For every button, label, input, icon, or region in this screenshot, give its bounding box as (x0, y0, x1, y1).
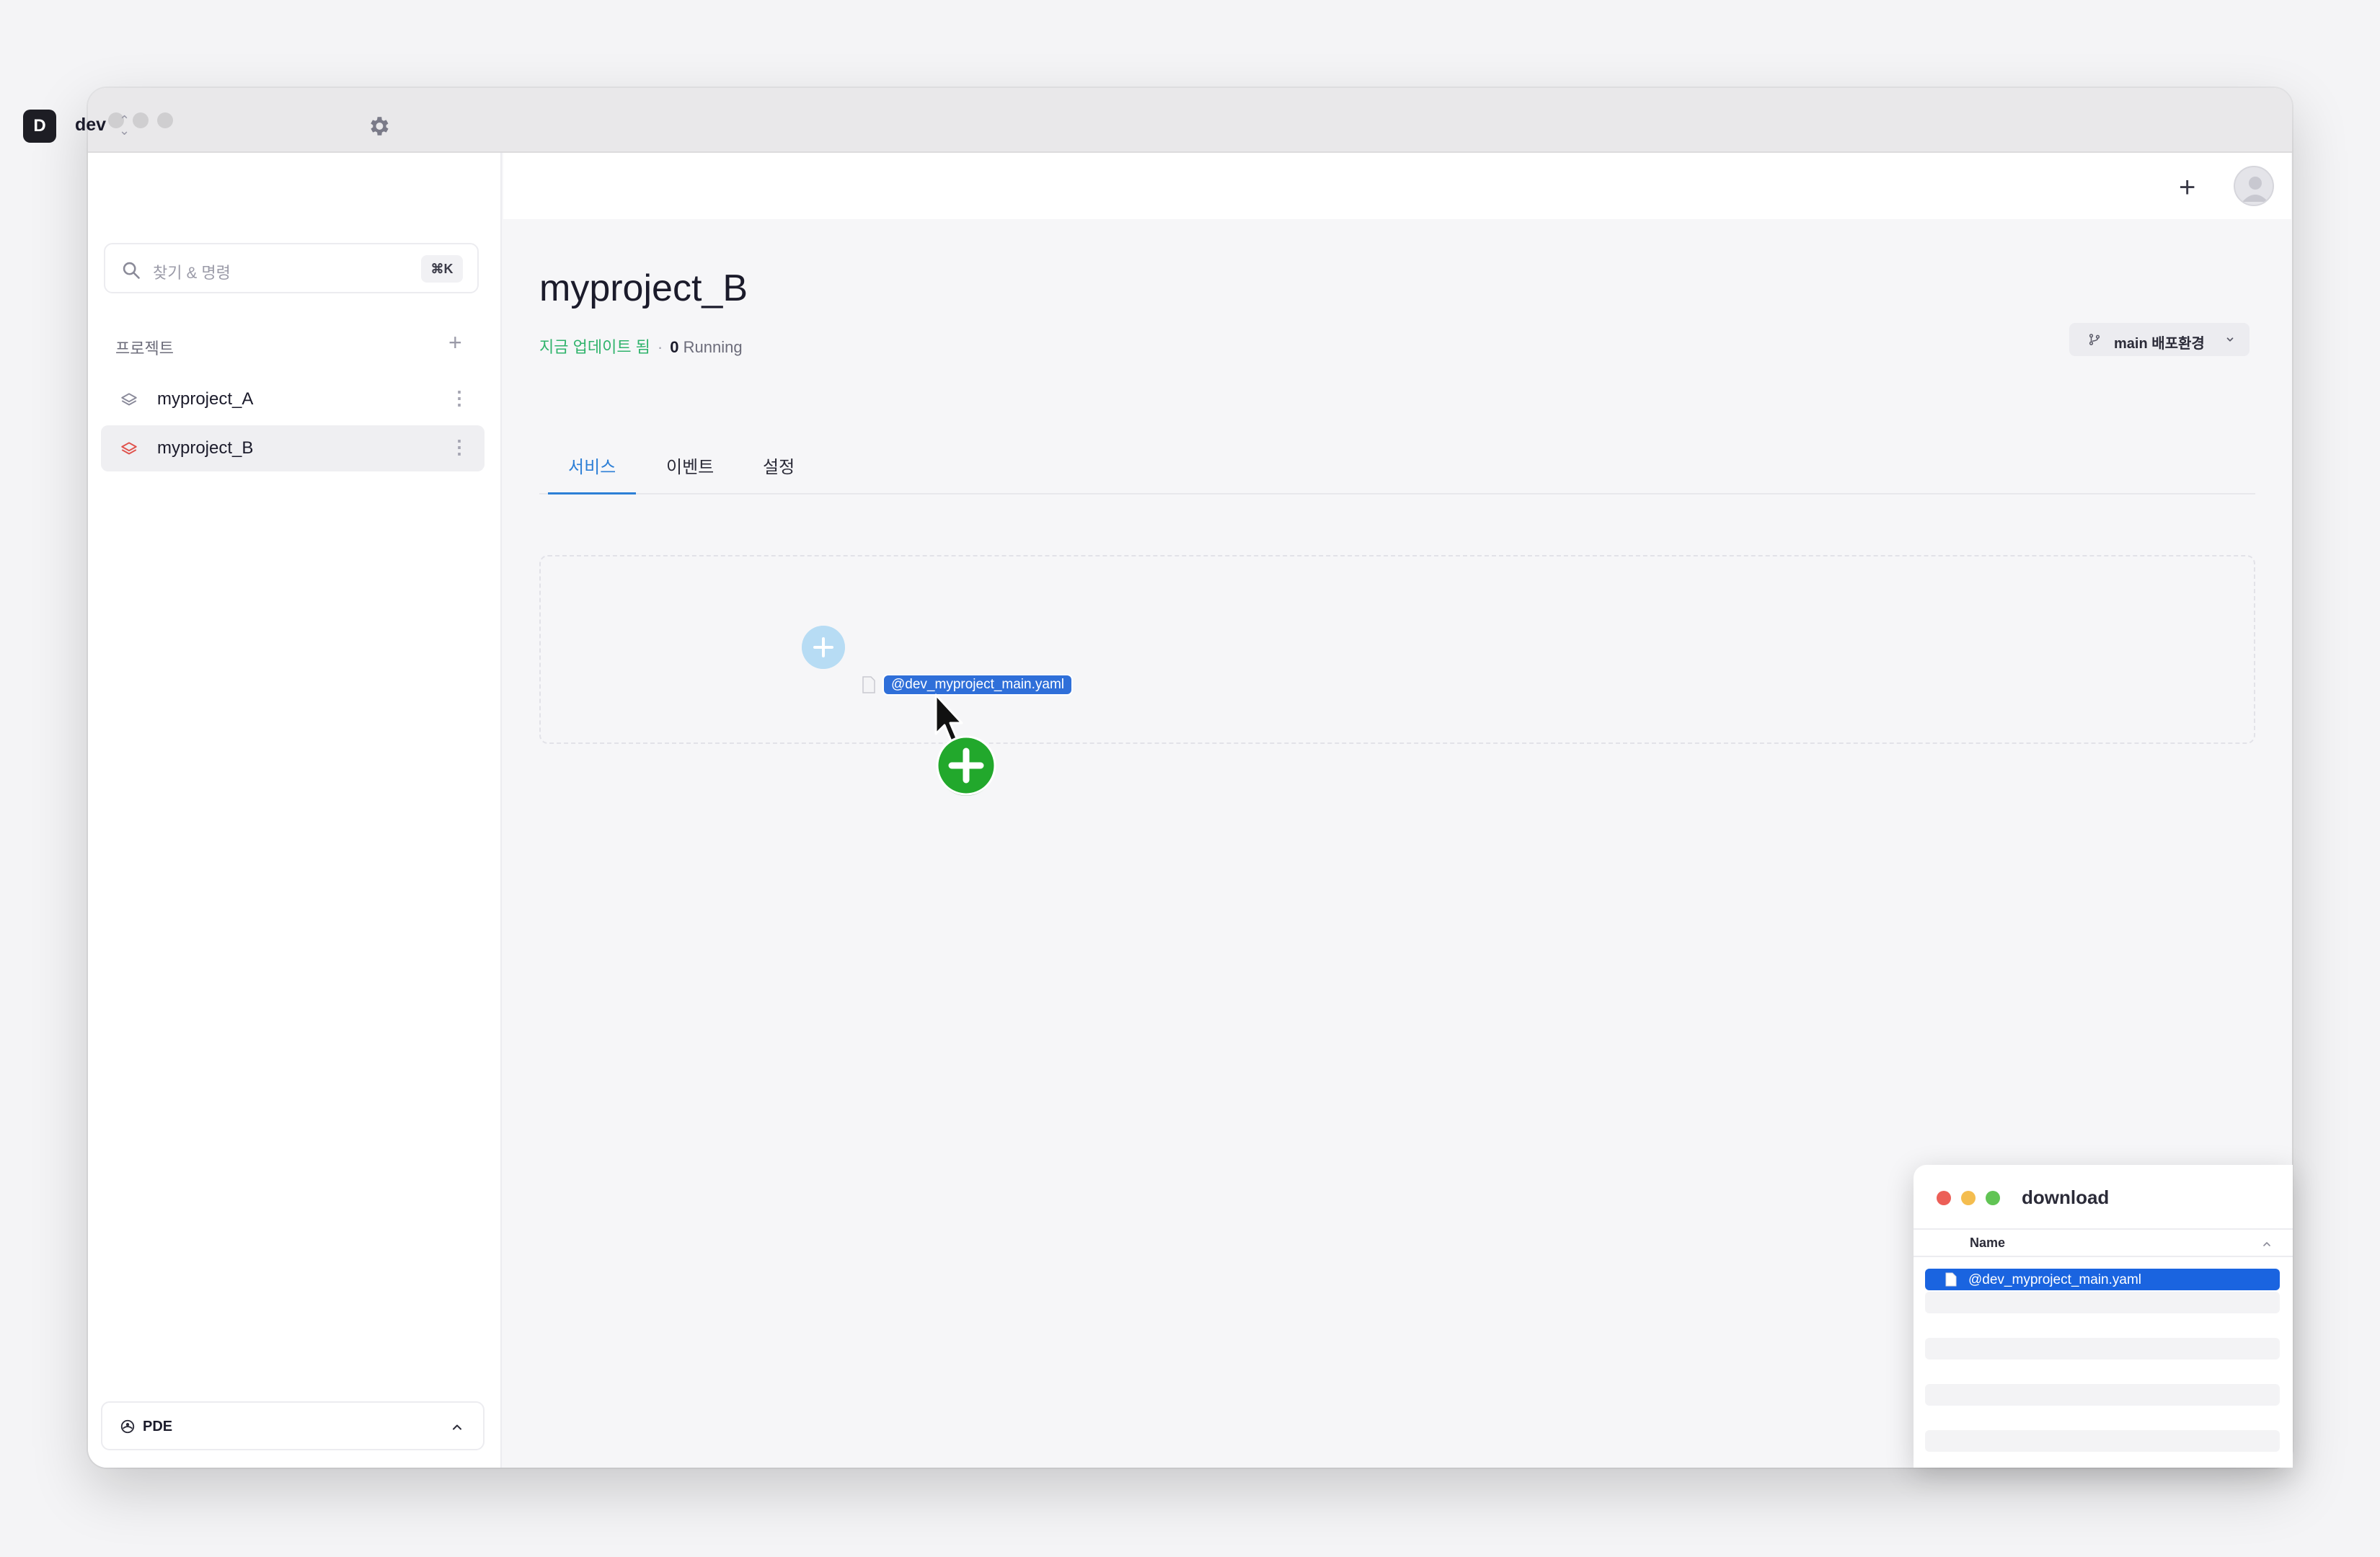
finder-title: download (2022, 1186, 2110, 1208)
add-button[interactable]: + (2179, 173, 2195, 202)
project-name: myproject_A (157, 389, 254, 409)
workspace-avatar[interactable]: D (23, 110, 56, 143)
updated-text: 지금 업데이트 됨 (539, 338, 650, 356)
project-status: 지금 업데이트 됨 · 0 Running (539, 334, 743, 358)
search-shortcut-badge: ⌘K (421, 255, 463, 283)
tab-settings[interactable]: 설정 (763, 453, 795, 494)
service-drop-zone[interactable] (539, 555, 2255, 744)
projects-section-label: 프로젝트 (115, 340, 174, 358)
pde-footer-button[interactable]: PDE (101, 1401, 485, 1450)
window-zoom-button[interactable] (157, 112, 173, 128)
finder-zoom-button[interactable] (1986, 1191, 2000, 1205)
chevron-down-icon (2226, 337, 2234, 342)
project-name: myproject_B (157, 438, 254, 458)
finder-close-button[interactable] (1937, 1191, 1951, 1205)
finder-empty-row (1925, 1430, 2280, 1452)
dragged-file: @dev_myproject_main.yaml (862, 674, 1073, 696)
tab-services[interactable]: 서비스 (548, 453, 637, 494)
top-bar (503, 153, 2291, 219)
chevron-up-icon (453, 1424, 461, 1430)
chevron-up-icon (2263, 1242, 2270, 1246)
sidebar-item-myproject-b[interactable]: myproject_B ⋮ (101, 425, 485, 471)
more-vertical-icon[interactable]: ⋮ (450, 435, 469, 458)
finder-column-header[interactable]: Name (1914, 1228, 2293, 1257)
workspace-name[interactable]: dev (75, 115, 106, 136)
running-count: 0 (670, 338, 679, 356)
more-vertical-icon[interactable]: ⋮ (450, 386, 469, 409)
status-separator: · (657, 338, 663, 356)
tab-bar: 서비스 이벤트 설정 (539, 438, 2255, 494)
add-service-icon[interactable] (802, 626, 845, 669)
dragged-file-name: @dev_myproject_main.yaml (882, 674, 1073, 696)
environment-label: main 배포환경 (2114, 336, 2205, 352)
finder-window: download Name @dev_myproject_main.yaml (1914, 1165, 2293, 1468)
search-icon (123, 262, 140, 279)
sidebar-item-myproject-a[interactable]: myproject_A ⋮ (101, 376, 485, 422)
window-minimize-button[interactable] (133, 112, 149, 128)
layers-icon (121, 442, 137, 455)
gear-icon[interactable] (366, 114, 391, 138)
layers-icon (121, 393, 137, 406)
file-icon (862, 676, 875, 693)
add-project-button[interactable]: + (448, 331, 462, 354)
environment-dropdown[interactable]: main 배포환경 (2069, 323, 2250, 356)
tab-events[interactable]: 이벤트 (666, 453, 714, 494)
file-icon (1945, 1272, 1957, 1287)
search-box[interactable]: 찾기 & 명령 ⌘K (104, 243, 479, 293)
finder-file-name: @dev_myproject_main.yaml (1968, 1272, 2141, 1287)
column-name-header: Name (1970, 1236, 2006, 1250)
globe-icon (120, 1419, 135, 1434)
finder-file-row[interactable]: @dev_myproject_main.yaml (1925, 1269, 2280, 1290)
finder-empty-row (1925, 1384, 2280, 1406)
workspace-switch-icon[interactable]: ⌃ ⌄ (119, 114, 130, 137)
running-label: Running (683, 338, 743, 356)
window-titlebar (88, 88, 2292, 153)
pde-label: PDE (143, 1419, 173, 1434)
page-title: myproject_B (539, 267, 748, 309)
finder-empty-row (1925, 1292, 2280, 1313)
copy-plus-icon (936, 735, 996, 796)
finder-empty-row (1925, 1338, 2280, 1359)
avatar[interactable] (2234, 166, 2274, 206)
search-placeholder: 찾기 & 명령 (153, 264, 231, 282)
finder-minimize-button[interactable] (1961, 1191, 1976, 1205)
branch-icon (2089, 334, 2100, 345)
